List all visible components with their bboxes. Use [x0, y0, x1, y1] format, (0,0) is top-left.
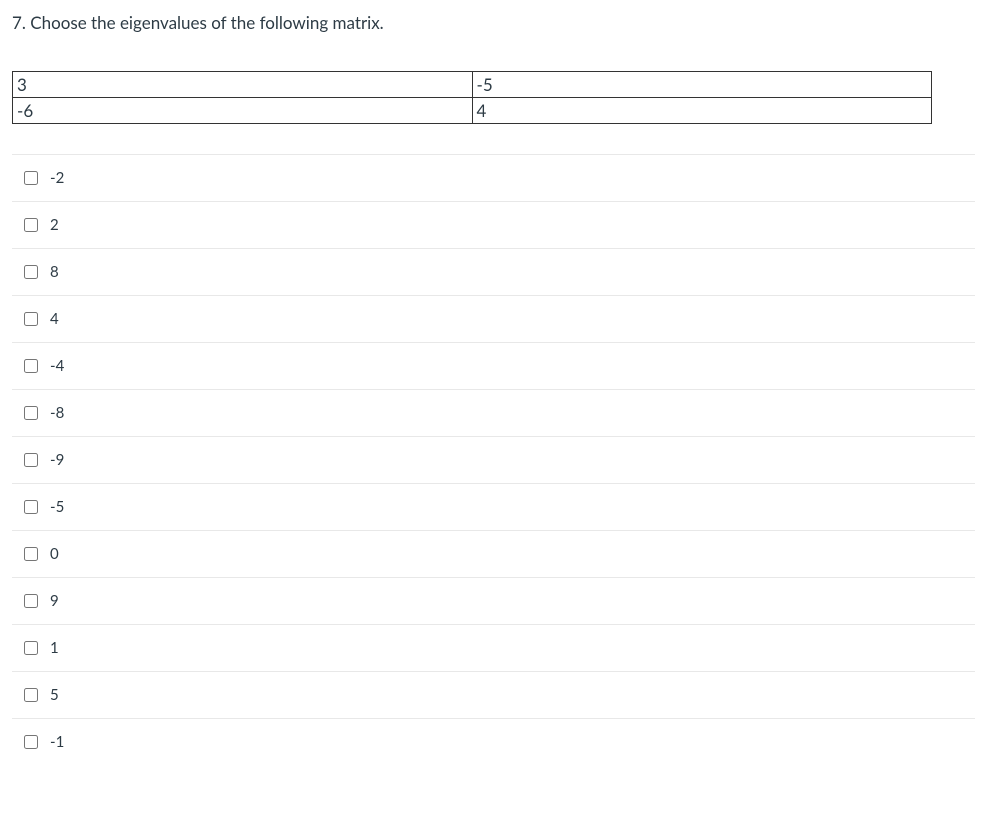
option-checkbox-6[interactable] [24, 453, 38, 467]
option-label: 4 [50, 310, 59, 328]
option-row[interactable]: -1 [12, 718, 975, 765]
option-label: 8 [50, 263, 59, 281]
option-row[interactable]: -2 [12, 154, 975, 201]
option-label: -1 [50, 733, 64, 751]
option-label: -4 [50, 357, 64, 375]
option-checkbox-12[interactable] [24, 735, 38, 749]
option-label: 1 [50, 639, 59, 657]
option-checkbox-11[interactable] [24, 688, 38, 702]
option-label: 0 [50, 545, 59, 563]
option-checkbox-2[interactable] [24, 265, 38, 279]
option-row[interactable]: -8 [12, 389, 975, 436]
question-text: Choose the eigenvalues of the following … [30, 12, 383, 33]
option-row[interactable]: 2 [12, 201, 975, 248]
option-checkbox-3[interactable] [24, 312, 38, 326]
matrix-row-1: -6 4 [13, 98, 932, 124]
option-row[interactable]: -4 [12, 342, 975, 389]
option-checkbox-0[interactable] [24, 171, 38, 185]
question-number: 7. [12, 12, 26, 33]
option-row[interactable]: 8 [12, 248, 975, 295]
matrix-cell-0-0: 3 [13, 72, 473, 98]
matrix-cell-1-0: -6 [13, 98, 473, 124]
option-label: -8 [50, 404, 64, 422]
question-header: 7. Choose the eigenvalues of the followi… [12, 12, 975, 33]
matrix-table: 3 -5 -6 4 [12, 71, 932, 124]
option-checkbox-1[interactable] [24, 218, 38, 232]
option-row[interactable]: 5 [12, 671, 975, 718]
option-label: -2 [50, 169, 64, 187]
option-label: 5 [50, 686, 59, 704]
matrix-row-0: 3 -5 [13, 72, 932, 98]
option-checkbox-4[interactable] [24, 359, 38, 373]
option-checkbox-9[interactable] [24, 594, 38, 608]
option-label: 2 [50, 216, 59, 234]
options-list: -2 2 8 4 -4 -8 -9 -5 0 9 1 5 [12, 154, 975, 765]
option-label: -9 [50, 451, 64, 469]
option-row[interactable]: -9 [12, 436, 975, 483]
option-row[interactable]: 4 [12, 295, 975, 342]
matrix-cell-0-1: -5 [472, 72, 932, 98]
option-row[interactable]: -5 [12, 483, 975, 530]
option-row[interactable]: 9 [12, 577, 975, 624]
option-label: -5 [50, 498, 64, 516]
option-label: 9 [50, 592, 59, 610]
option-checkbox-7[interactable] [24, 500, 38, 514]
option-checkbox-8[interactable] [24, 547, 38, 561]
option-checkbox-10[interactable] [24, 641, 38, 655]
matrix-cell-1-1: 4 [472, 98, 932, 124]
option-checkbox-5[interactable] [24, 406, 38, 420]
option-row[interactable]: 0 [12, 530, 975, 577]
option-row[interactable]: 1 [12, 624, 975, 671]
